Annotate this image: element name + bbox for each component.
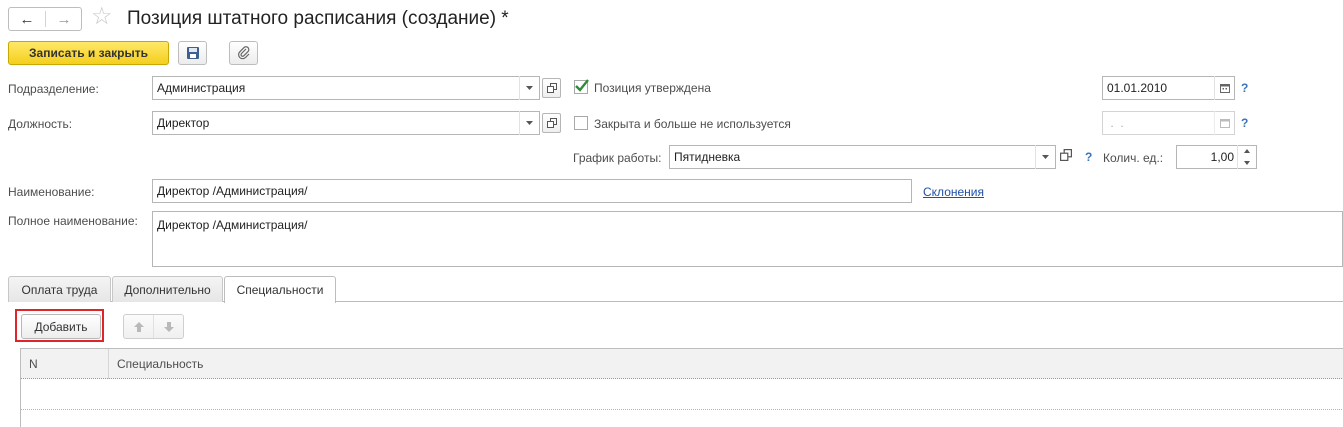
division-field[interactable]: Администрация xyxy=(152,76,540,100)
fullname-label: Полное наименование: xyxy=(8,214,138,228)
schedule-dropdown[interactable] xyxy=(1035,145,1055,169)
closed-date-calendar-button[interactable] xyxy=(1214,111,1234,135)
closed-checkbox-box xyxy=(574,116,588,130)
position-dropdown[interactable] xyxy=(519,111,539,135)
arrow-down-icon xyxy=(164,321,174,332)
favorite-star-icon[interactable]: ☆ xyxy=(91,3,113,31)
tab-payment[interactable]: Оплата труда xyxy=(8,276,111,302)
checkmark-icon xyxy=(575,79,589,92)
fullname-textarea[interactable]: Директор /Администрация/ xyxy=(152,211,1343,267)
schedule-field[interactable]: Пятидневка xyxy=(669,145,1056,169)
triangle-up-icon xyxy=(1244,148,1250,153)
name-value: Директор /Администрация/ xyxy=(157,184,308,198)
schedule-help-icon[interactable]: ? xyxy=(1085,150,1092,164)
floppy-disk-icon xyxy=(186,47,199,59)
arrow-left-icon: ← xyxy=(19,10,35,28)
attach-file-button[interactable] xyxy=(229,41,258,65)
division-value: Администрация xyxy=(157,81,246,95)
add-specialty-button[interactable]: Добавить xyxy=(21,314,101,339)
table-header: N Специальность xyxy=(21,349,1343,379)
schedule-label: График работы: xyxy=(573,151,662,165)
reorder-buttons xyxy=(123,314,184,339)
closed-date-help-icon[interactable]: ? xyxy=(1241,116,1248,130)
position-value: Директор xyxy=(157,116,210,130)
column-separator xyxy=(108,349,109,379)
approved-date-field[interactable]: 01.01.2010 xyxy=(1102,76,1235,100)
closed-date-value: . . xyxy=(1107,116,1124,130)
approved-checkbox-box xyxy=(574,79,589,94)
units-increment-button[interactable] xyxy=(1238,145,1256,156)
name-field[interactable]: Директор /Администрация/ xyxy=(152,179,912,203)
fullname-value: Директор /Администрация/ xyxy=(157,218,308,232)
approved-date-help-icon[interactable]: ? xyxy=(1241,81,1248,95)
schedule-value: Пятидневка xyxy=(674,150,741,164)
tab-additional[interactable]: Дополнительно xyxy=(112,276,223,302)
save-and-close-button[interactable]: Записать и закрыть xyxy=(8,41,169,65)
move-up-button[interactable] xyxy=(124,315,154,338)
table-row[interactable] xyxy=(21,380,1343,410)
position-label: Должность: xyxy=(8,117,73,131)
closed-date-field[interactable]: . . xyxy=(1102,111,1235,135)
triangle-down-icon xyxy=(1042,154,1049,159)
specialties-table[interactable]: N Специальность xyxy=(20,348,1343,427)
units-decrement-button[interactable] xyxy=(1238,157,1256,168)
arrow-right-icon: → xyxy=(56,10,72,28)
arrow-up-icon xyxy=(133,321,144,332)
page-title: Позиция штатного расписания (создание) * xyxy=(127,8,509,29)
position-open-button[interactable] xyxy=(542,113,561,133)
save-button[interactable] xyxy=(178,41,207,65)
declension-link[interactable]: Склонения xyxy=(923,184,984,200)
open-window-icon xyxy=(546,83,557,93)
calendar-icon xyxy=(1219,119,1230,128)
triangle-down-icon xyxy=(526,85,533,90)
closed-checkbox[interactable] xyxy=(574,116,588,130)
approved-checkbox[interactable] xyxy=(574,79,589,94)
calendar-icon xyxy=(1219,84,1230,93)
units-label: Колич. ед.: xyxy=(1103,151,1164,165)
name-label: Наименование: xyxy=(8,185,95,199)
nav-buttons: ← → xyxy=(8,7,82,31)
units-stepper[interactable] xyxy=(1237,145,1256,169)
move-down-button[interactable] xyxy=(154,315,184,338)
column-header-n[interactable]: N xyxy=(29,356,38,372)
triangle-down-icon xyxy=(1244,160,1250,165)
units-value: 1,00 xyxy=(1210,150,1234,164)
schedule-open-button[interactable] xyxy=(1060,149,1076,165)
approved-label: Позиция утверждена xyxy=(594,81,711,95)
closed-label: Закрыта и больше не используется xyxy=(594,117,791,131)
division-label: Подразделение: xyxy=(8,82,99,96)
forward-button[interactable]: → xyxy=(46,8,82,30)
tab-specialties[interactable]: Специальности xyxy=(224,276,336,303)
position-field[interactable]: Директор xyxy=(152,111,540,135)
division-open-button[interactable] xyxy=(542,78,561,98)
back-button[interactable]: ← xyxy=(9,8,45,30)
column-header-specialty[interactable]: Специальность xyxy=(117,356,203,372)
triangle-down-icon xyxy=(526,120,533,125)
open-window-icon xyxy=(546,118,557,128)
approved-date-value: 01.01.2010 xyxy=(1107,81,1168,95)
paperclip-icon xyxy=(237,46,249,60)
division-dropdown[interactable] xyxy=(519,76,539,100)
approved-date-calendar-button[interactable] xyxy=(1214,76,1234,100)
open-window-icon xyxy=(1060,149,1072,161)
units-field[interactable]: 1,00 xyxy=(1176,145,1257,169)
